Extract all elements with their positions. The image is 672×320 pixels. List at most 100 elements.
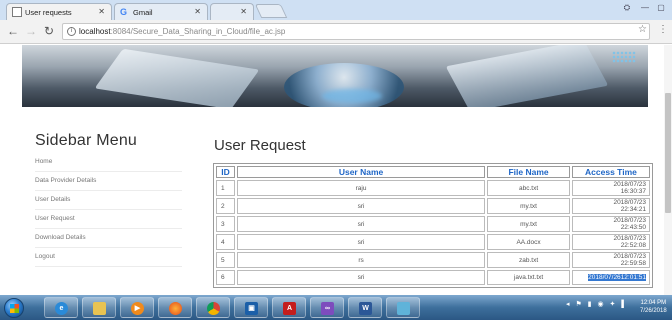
cell-user-name: raju <box>236 180 486 196</box>
cell-file-name: java.txt.txt <box>487 270 570 285</box>
access-date: 2018/07/23 <box>613 235 646 242</box>
access-clock: 12:01:51 <box>620 274 646 281</box>
close-tab-icon[interactable]: ✕ <box>194 7 201 16</box>
url-path: :8084/Secure_Data_Sharing_in_Cloud/file_… <box>110 27 286 36</box>
banner-glow-graphic <box>322 89 382 103</box>
taskbar-firefox[interactable] <box>158 297 192 318</box>
header-banner-image <box>22 45 648 107</box>
cell-access-time-selected: 2018/07/2612:01:51 <box>571 270 650 285</box>
banner-tablet-graphic <box>445 45 609 107</box>
page-scrollbar[interactable] <box>664 45 672 295</box>
cell-id: 1 <box>216 180 235 196</box>
notepad-icon <box>397 302 410 315</box>
cell-id: 4 <box>216 234 235 250</box>
column-header-user-name: User Name <box>236 166 486 178</box>
pdf-icon: A <box>283 302 296 315</box>
column-header-access-time: Access Time <box>571 166 650 178</box>
access-clock: 22:43:50 <box>620 224 646 231</box>
url-host: localhost <box>79 27 111 36</box>
table-row: 5 rs zab.txt 2018/07/23 22:59:58 <box>216 252 650 268</box>
cell-id: 5 <box>216 252 235 268</box>
bookmark-star-icon[interactable]: ☆ <box>638 24 647 35</box>
user-profile-icon[interactable]: ⛭ <box>618 2 636 14</box>
word-icon: W <box>359 302 372 315</box>
page-favicon-icon <box>12 7 22 17</box>
banner-laptop-graphic <box>94 48 260 107</box>
access-date: 2018/07/23 <box>613 217 646 224</box>
cell-file-name: my.txt <box>487 198 570 214</box>
browser-menu-icon[interactable]: ⋮ <box>658 24 668 35</box>
windows-taskbar: e ▶ ▣ A ∞ W ◂ ⚑ ▮ ◉ ✦ ▌ 12:04 PM 7/26/20… <box>0 295 672 320</box>
taskbar-visual-studio[interactable]: ∞ <box>310 297 344 318</box>
page-content: Sidebar Menu Home Data Provider Details … <box>0 45 672 295</box>
cell-user-name: rs <box>236 252 486 268</box>
sidebar-item-logout[interactable]: Logout <box>35 248 182 267</box>
column-header-id: ID <box>216 166 235 178</box>
cell-user-name: sri <box>236 234 486 250</box>
access-date: 2018/07/26 <box>588 274 621 281</box>
sidebar-title: Sidebar Menu <box>35 132 138 149</box>
forward-icon[interactable]: → <box>24 24 38 38</box>
taskbar-file-explorer[interactable] <box>82 297 116 318</box>
cube-icon: ▣ <box>245 302 258 315</box>
sidebar-item-download-details[interactable]: Download Details <box>35 229 182 248</box>
taskbar-media-player[interactable]: ▶ <box>120 297 154 318</box>
tab-gmail[interactable]: G Gmail ✕ <box>114 3 208 20</box>
scrollbar-thumb[interactable] <box>665 93 671 213</box>
browser-toolbar: ← → ↻ i localhost:8084/Secure_Data_Shari… <box>0 20 672 44</box>
cell-file-name: AA.docx <box>487 234 570 250</box>
visual-studio-icon: ∞ <box>321 302 334 315</box>
cell-access-time: 2018/07/23 22:59:58 <box>571 252 650 268</box>
cell-file-name: my.txt <box>487 216 570 232</box>
cell-id: 2 <box>216 198 235 214</box>
user-request-table: ID User Name File Name Access Time 1 raj… <box>213 163 653 288</box>
sidebar-item-user-request[interactable]: User Request <box>35 210 182 229</box>
address-bar[interactable]: i localhost:8084/Secure_Data_Sharing_in_… <box>62 23 650 40</box>
media-player-icon: ▶ <box>131 302 144 315</box>
table-header-row: ID User Name File Name Access Time <box>216 166 650 178</box>
taskbar-acrobat[interactable]: A <box>272 297 306 318</box>
cell-access-time: 2018/07/23 16:30:37 <box>571 180 650 196</box>
maximize-icon[interactable]: ▢ <box>652 2 670 14</box>
table-row: 6 sri java.txt.txt 2018/07/2612:01:51 <box>216 270 650 285</box>
taskbar-internet-explorer[interactable]: e <box>44 297 78 318</box>
access-date: 2018/07/23 <box>613 199 646 206</box>
column-header-file-name: File Name <box>487 166 570 178</box>
taskbar-clock[interactable]: 12:04 PM 7/26/2018 <box>640 299 667 315</box>
table-row: 3 sri my.txt 2018/07/23 22:43:50 <box>216 216 650 232</box>
tab-user-requests[interactable]: User requests ✕ <box>6 3 112 20</box>
back-icon[interactable]: ← <box>6 24 20 38</box>
tab-blank[interactable]: ✕ <box>210 3 254 20</box>
close-tab-icon[interactable]: ✕ <box>240 7 247 16</box>
internet-explorer-icon: e <box>55 302 68 315</box>
table-row: 1 raju abc.txt 2018/07/23 16:30:37 <box>216 180 650 196</box>
taskbar-chrome[interactable] <box>196 297 230 318</box>
close-tab-icon[interactable]: ✕ <box>98 7 105 16</box>
browser-tab-strip: User requests ✕ G Gmail ✕ ✕ ⛭ — ▢ <box>0 0 672 20</box>
page-title: User Request <box>214 137 306 154</box>
start-button[interactable] <box>4 298 24 318</box>
table-row: 2 sri my.txt 2018/07/23 22:34:21 <box>216 198 650 214</box>
taskbar-notepad[interactable] <box>386 297 420 318</box>
system-tray-icons[interactable]: ◂ ⚑ ▮ ◉ ✦ ▌ <box>566 300 628 308</box>
clock-date: 7/26/2018 <box>640 308 667 314</box>
reload-icon[interactable]: ↻ <box>42 24 56 38</box>
sidebar-item-home[interactable]: Home <box>35 153 182 172</box>
access-clock: 22:59:58 <box>620 260 646 267</box>
sidebar-menu: Home Data Provider Details User Details … <box>35 153 182 267</box>
access-clock: 22:34:21 <box>620 206 646 213</box>
cell-id: 6 <box>216 270 235 285</box>
sidebar-item-user-details[interactable]: User Details <box>35 191 182 210</box>
banner-dots-graphic <box>612 51 636 63</box>
tab-title: User requests <box>25 8 72 17</box>
taskbar-word[interactable]: W <box>348 297 382 318</box>
taskbar-virtualbox[interactable]: ▣ <box>234 297 268 318</box>
info-icon[interactable]: i <box>67 27 76 36</box>
access-clock: 22:52:08 <box>620 242 646 249</box>
new-tab-button[interactable] <box>254 4 288 18</box>
sidebar-item-data-provider-details[interactable]: Data Provider Details <box>35 172 182 191</box>
access-date: 2018/07/23 <box>613 181 646 188</box>
table-row: 4 sri AA.docx 2018/07/23 22:52:08 <box>216 234 650 250</box>
cell-access-time: 2018/07/23 22:43:50 <box>571 216 650 232</box>
cell-user-name: sri <box>236 216 486 232</box>
